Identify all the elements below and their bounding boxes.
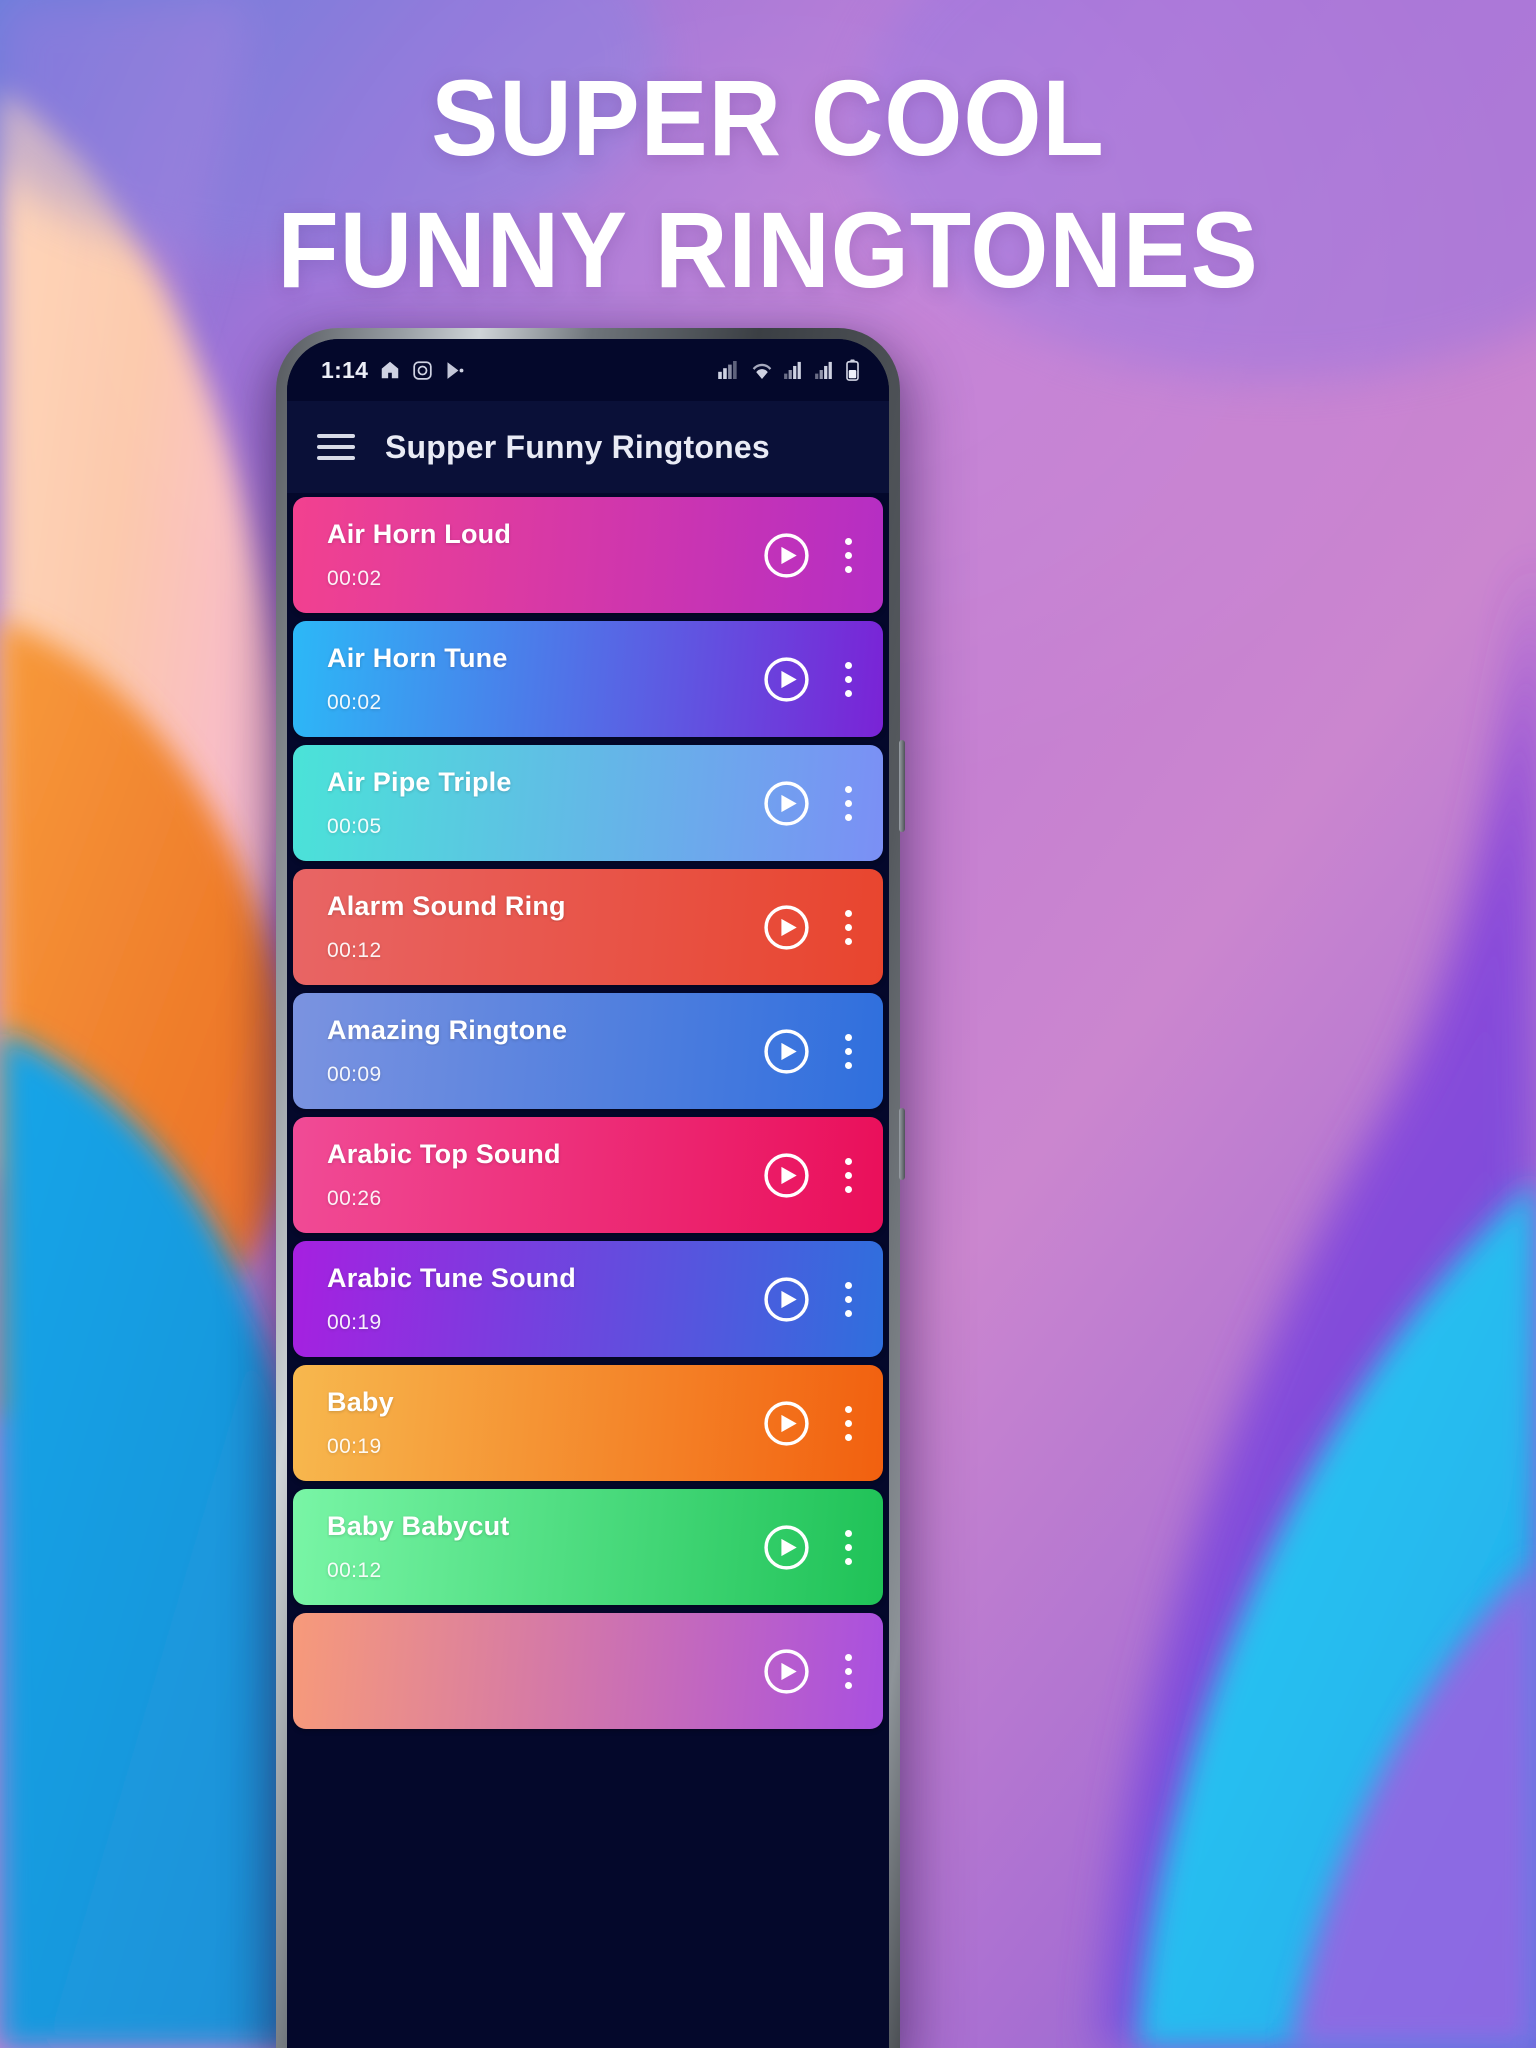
play-circle-icon[interactable] bbox=[762, 1647, 811, 1696]
headline-line-2: FUNNY RINGTONES bbox=[277, 188, 1259, 310]
phone-volume-button[interactable] bbox=[899, 740, 905, 832]
ringtone-duration: 00:02 bbox=[327, 691, 382, 714]
ringtone-duration: 00:09 bbox=[327, 1063, 382, 1086]
ringtone-row[interactable]: Air Horn Tune 00:02 bbox=[293, 621, 883, 737]
ringtone-row-actions bbox=[762, 531, 863, 580]
more-vertical-icon[interactable] bbox=[837, 779, 859, 828]
ringtone-title: Alarm Sound Ring bbox=[327, 891, 566, 921]
ringtone-row[interactable]: Amazing Ringtone 00:09 bbox=[293, 993, 883, 1109]
ringtone-row-texts: Amazing Ringtone 00:09 bbox=[327, 1015, 762, 1087]
status-bar-left: 1:14 bbox=[321, 357, 465, 384]
play-circle-icon[interactable] bbox=[762, 531, 811, 580]
signal-bars-2-icon bbox=[815, 361, 835, 379]
more-vertical-icon[interactable] bbox=[837, 1027, 859, 1076]
ringtone-row[interactable]: Arabic Top Sound 00:26 bbox=[293, 1117, 883, 1233]
ringtone-title: Air Pipe Triple bbox=[327, 767, 512, 797]
ringtone-duration: 00:12 bbox=[327, 1559, 382, 1582]
ringtone-duration: 00:19 bbox=[327, 1311, 382, 1334]
ringtone-row-texts: Baby Babycut 00:12 bbox=[327, 1511, 762, 1583]
status-bar: 1:14 bbox=[287, 339, 889, 401]
ringtone-row[interactable]: Air Horn Loud 00:02 bbox=[293, 497, 883, 613]
ringtone-title: Arabic Tune Sound bbox=[327, 1263, 576, 1293]
ringtone-title: Air Horn Loud bbox=[327, 519, 512, 549]
more-vertical-icon[interactable] bbox=[837, 1151, 859, 1200]
ringtone-title: Amazing Ringtone bbox=[327, 1015, 568, 1045]
play-circle-icon[interactable] bbox=[762, 1275, 811, 1324]
ringtone-row-actions bbox=[762, 1523, 863, 1572]
more-vertical-icon[interactable] bbox=[837, 903, 859, 952]
more-vertical-icon[interactable] bbox=[837, 1647, 859, 1696]
app-bar-title: Supper Funny Ringtones bbox=[385, 428, 770, 465]
ringtone-title: Baby Babycut bbox=[327, 1511, 510, 1541]
app-bar: Supper Funny Ringtones bbox=[287, 401, 889, 493]
vpn-icon bbox=[718, 361, 740, 379]
camera-notification-icon bbox=[412, 360, 433, 381]
ringtone-row[interactable]: Baby Babycut 00:12 bbox=[293, 1489, 883, 1605]
play-circle-icon[interactable] bbox=[762, 1027, 811, 1076]
status-bar-right bbox=[718, 359, 859, 381]
play-circle-icon[interactable] bbox=[762, 655, 811, 704]
battery-icon bbox=[846, 359, 859, 381]
ringtone-duration: 00:05 bbox=[327, 815, 382, 838]
play-circle-icon[interactable] bbox=[762, 903, 811, 952]
ringtone-row-texts: Arabic Top Sound 00:26 bbox=[327, 1139, 762, 1211]
phone-screen: 1:14 Supper Funny Ringtones Air Horn Lou… bbox=[287, 339, 889, 2048]
ringtone-row-actions bbox=[762, 655, 863, 704]
play-circle-icon[interactable] bbox=[762, 779, 811, 828]
ringtone-list[interactable]: Air Horn Loud 00:02 Air Horn Tune 00:02 Air … bbox=[287, 493, 889, 2048]
ringtone-title: Air Horn Tune bbox=[327, 643, 508, 673]
ringtone-row-actions bbox=[762, 1399, 863, 1448]
ringtone-duration: 00:19 bbox=[327, 1435, 382, 1458]
page-title: SUPER COOL FUNNY RINGTONES bbox=[54, 52, 1482, 316]
phone-mockup: 1:14 Supper Funny Ringtones Air Horn Lou… bbox=[276, 328, 905, 2048]
ringtone-row[interactable]: Air Pipe Triple 00:05 bbox=[293, 745, 883, 861]
ringtone-title: Baby bbox=[327, 1387, 394, 1417]
status-bar-clock: 1:14 bbox=[321, 356, 369, 383]
play-store-notification-icon bbox=[444, 360, 465, 381]
ringtone-row-actions bbox=[762, 779, 863, 828]
ringtone-row-texts: Air Pipe Triple 00:05 bbox=[327, 767, 762, 839]
phone-power-button[interactable] bbox=[899, 1108, 905, 1180]
ringtone-row-texts: Alarm Sound Ring 00:12 bbox=[327, 891, 762, 963]
ringtone-row-texts bbox=[327, 1663, 762, 1680]
ringtone-row-texts: Air Horn Loud 00:02 bbox=[327, 519, 762, 591]
ringtone-row[interactable]: Baby 00:19 bbox=[293, 1365, 883, 1481]
signal-bars-icon bbox=[784, 361, 804, 379]
ringtone-title: Arabic Top Sound bbox=[327, 1139, 561, 1169]
ringtone-row-texts: Arabic Tune Sound 00:19 bbox=[327, 1263, 762, 1335]
ringtone-row[interactable]: Alarm Sound Ring 00:12 bbox=[293, 869, 883, 985]
play-circle-icon[interactable] bbox=[762, 1399, 811, 1448]
ringtone-row-actions bbox=[762, 1647, 863, 1696]
ringtone-duration: 00:26 bbox=[327, 1187, 382, 1210]
more-vertical-icon[interactable] bbox=[837, 1523, 859, 1572]
ringtone-row-actions bbox=[762, 903, 863, 952]
play-circle-icon[interactable] bbox=[762, 1523, 811, 1572]
more-vertical-icon[interactable] bbox=[837, 1399, 859, 1448]
more-vertical-icon[interactable] bbox=[837, 1275, 859, 1324]
ringtone-row-actions bbox=[762, 1151, 863, 1200]
headline-line-1: SUPER COOL bbox=[431, 57, 1105, 178]
wifi-icon bbox=[751, 361, 773, 379]
more-vertical-icon[interactable] bbox=[837, 655, 859, 704]
ringtone-row[interactable] bbox=[293, 1613, 883, 1729]
home-notification-icon bbox=[379, 359, 401, 381]
ringtone-row[interactable]: Arabic Tune Sound 00:19 bbox=[293, 1241, 883, 1357]
ringtone-duration: 00:12 bbox=[327, 939, 382, 962]
ringtone-row-texts: Baby 00:19 bbox=[327, 1387, 762, 1459]
hamburger-menu-icon[interactable] bbox=[313, 424, 359, 470]
ringtone-duration: 00:02 bbox=[327, 567, 382, 590]
ringtone-row-texts: Air Horn Tune 00:02 bbox=[327, 643, 762, 715]
more-vertical-icon[interactable] bbox=[837, 531, 859, 580]
ringtone-row-actions bbox=[762, 1275, 863, 1324]
ringtone-row-actions bbox=[762, 1027, 863, 1076]
play-circle-icon[interactable] bbox=[762, 1151, 811, 1200]
